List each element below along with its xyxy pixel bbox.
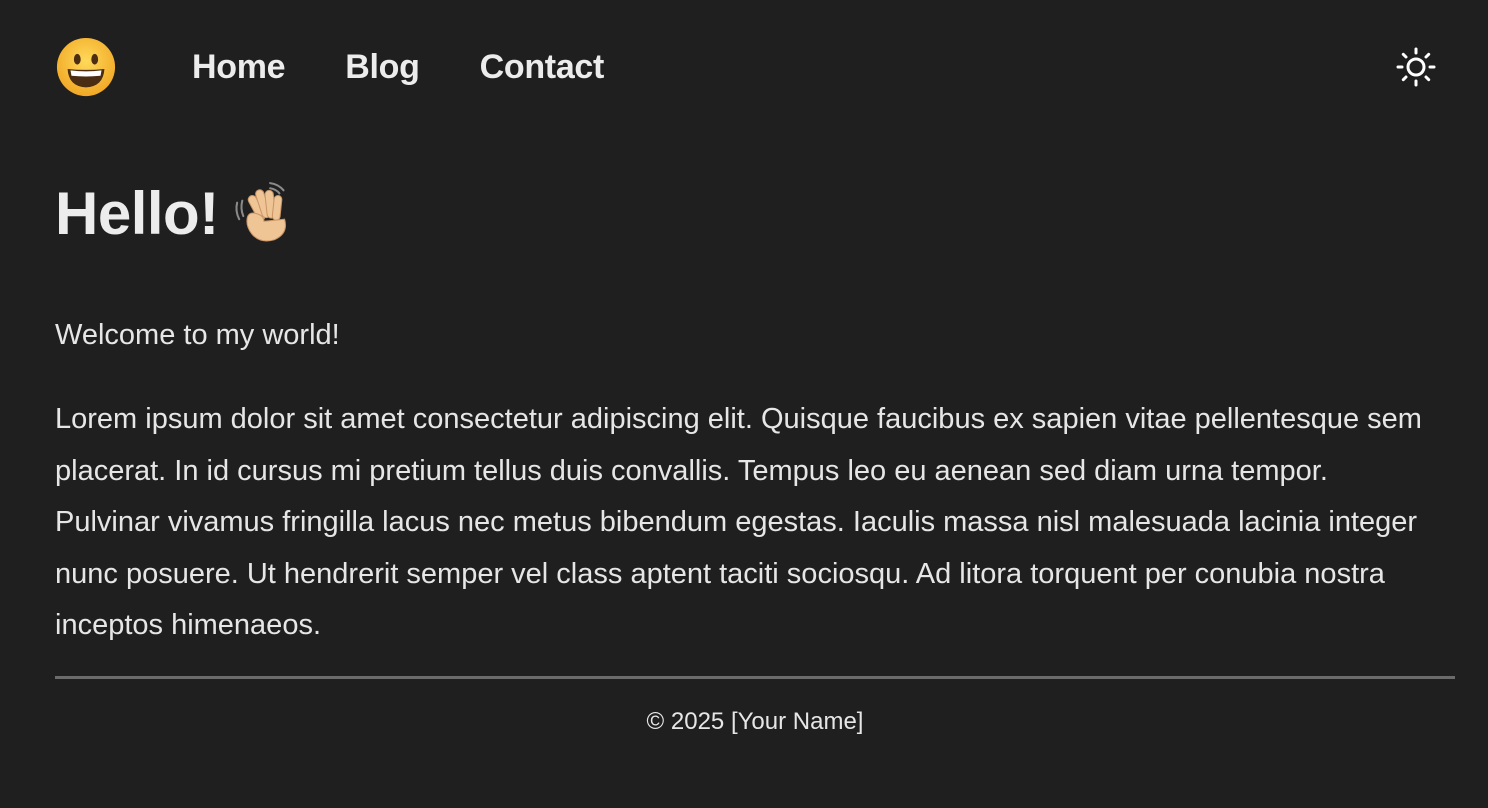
site-header: Home Blog Contact — [55, 0, 1455, 134]
nav-blog-link[interactable]: Blog — [345, 48, 420, 87]
nav-home-link[interactable]: Home — [192, 48, 286, 87]
grinning-face-icon[interactable] — [55, 36, 117, 98]
site-footer: © 2025 [Your Name] — [55, 708, 1455, 736]
theme-toggle-button[interactable] — [1395, 46, 1437, 88]
page-title: Hello! — [55, 179, 219, 247]
page: Home Blog Contact Hello! Welcome to my w… — [0, 0, 1488, 808]
welcome-text: Welcome to my world! — [55, 319, 340, 351]
nav-contact-link[interactable]: Contact — [480, 48, 605, 87]
hero-heading: Hello! — [55, 179, 1455, 247]
waving-hand-icon — [235, 182, 286, 242]
copyright-text: © 2025 [Your Name] — [646, 708, 864, 735]
main-nav: Home Blog Contact — [192, 48, 664, 87]
main-content: Hello! Welcome to my world! Lorem ipsum … — [55, 180, 1455, 652]
sun-icon — [1396, 47, 1436, 87]
body-paragraph: Lorem ipsum dolor sit amet consectetur a… — [55, 403, 1422, 641]
footer-divider — [55, 676, 1455, 679]
